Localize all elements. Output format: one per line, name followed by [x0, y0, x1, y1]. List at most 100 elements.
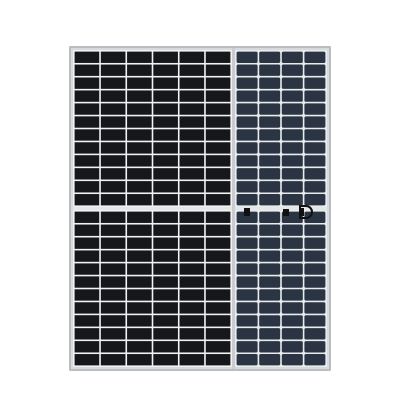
solar-cell [127, 224, 152, 236]
solar-cell [236, 302, 258, 314]
solar-cell [205, 155, 231, 167]
solar-cell [100, 181, 126, 193]
solar-cell [153, 328, 178, 340]
solar-cell [236, 289, 258, 301]
solar-cell [259, 328, 281, 340]
solar-cell [100, 90, 126, 102]
solar-cell [127, 168, 152, 180]
solar-cell [74, 194, 100, 206]
solar-cell [153, 315, 178, 327]
solar-cell [127, 354, 152, 366]
solar-cell [281, 129, 303, 141]
solar-cell [304, 64, 326, 76]
solar-cell [153, 142, 178, 154]
solar-cell [127, 341, 152, 353]
solar-cell [153, 168, 178, 180]
solar-cell [205, 328, 231, 340]
solar-cell [74, 77, 100, 89]
solar-cell [74, 328, 100, 340]
solar-cell [236, 250, 258, 262]
solar-cell [281, 289, 303, 301]
solar-cell [205, 103, 231, 115]
solar-cell [259, 341, 281, 353]
solar-cell [179, 341, 205, 353]
solar-cell [304, 155, 326, 167]
solar-cell [179, 103, 205, 115]
solar-cell [127, 289, 152, 301]
solar-cell [153, 341, 178, 353]
solar-cell [205, 237, 231, 249]
solar-cell [100, 224, 126, 236]
solar-cell [304, 289, 326, 301]
solar-cell [205, 341, 231, 353]
solar-cell [100, 64, 126, 76]
solar-cell [259, 90, 281, 102]
solar-cell [281, 341, 303, 353]
solar-cell [127, 328, 152, 340]
solar-cell [236, 116, 258, 128]
solar-cell [205, 250, 231, 262]
solar-cell [281, 194, 303, 206]
view-divider [232, 48, 235, 369]
solar-cell [259, 315, 281, 327]
solar-cell [74, 237, 100, 249]
solar-cell [153, 276, 178, 288]
solar-cell [74, 142, 100, 154]
solar-cell [179, 263, 205, 275]
solar-panel-image [0, 0, 420, 420]
solar-cell [179, 224, 205, 236]
solar-cell [259, 129, 281, 141]
solar-cell [179, 51, 205, 63]
solar-cell [236, 315, 258, 327]
solar-cell [127, 77, 152, 89]
solar-cell [281, 103, 303, 115]
solar-cell [74, 315, 100, 327]
solar-cell [100, 289, 126, 301]
solar-cell [179, 64, 205, 76]
solar-cell [127, 64, 152, 76]
solar-cell [304, 224, 326, 236]
solar-cell [259, 116, 281, 128]
solar-cell [127, 263, 152, 275]
solar-cell [304, 168, 326, 180]
solar-cell [281, 354, 303, 366]
solar-cell [179, 315, 205, 327]
solar-cell [304, 116, 326, 128]
solar-cell [179, 289, 205, 301]
solar-cell [74, 354, 100, 366]
solar-cell [304, 129, 326, 141]
junction-box-middle [283, 209, 289, 216]
solar-cell [127, 90, 152, 102]
solar-cell [304, 354, 326, 366]
solar-cell [259, 142, 281, 154]
solar-cell [236, 155, 258, 167]
solar-cell [205, 194, 231, 206]
solar-cell [205, 263, 231, 275]
solar-cell [205, 315, 231, 327]
solar-cell [236, 224, 258, 236]
solar-cell [100, 194, 126, 206]
solar-cell [281, 315, 303, 327]
solar-cell [259, 224, 281, 236]
solar-cell [205, 90, 231, 102]
solar-cell [153, 77, 178, 89]
solar-cell [100, 77, 126, 89]
solar-cell [127, 315, 152, 327]
solar-cell [74, 90, 100, 102]
solar-cell [236, 77, 258, 89]
solar-cell [281, 142, 303, 154]
solar-cell [304, 142, 326, 154]
solar-cell [304, 315, 326, 327]
solar-cell [236, 328, 258, 340]
solar-cell [100, 116, 126, 128]
solar-cell [100, 341, 126, 353]
solar-cell [179, 181, 205, 193]
solar-cell [205, 302, 231, 314]
solar-cell [179, 194, 205, 206]
solar-cell [281, 263, 303, 275]
solar-cell [100, 168, 126, 180]
solar-cell [127, 116, 152, 128]
solar-cell [127, 302, 152, 314]
solar-cell [205, 64, 231, 76]
solar-cell [259, 263, 281, 275]
